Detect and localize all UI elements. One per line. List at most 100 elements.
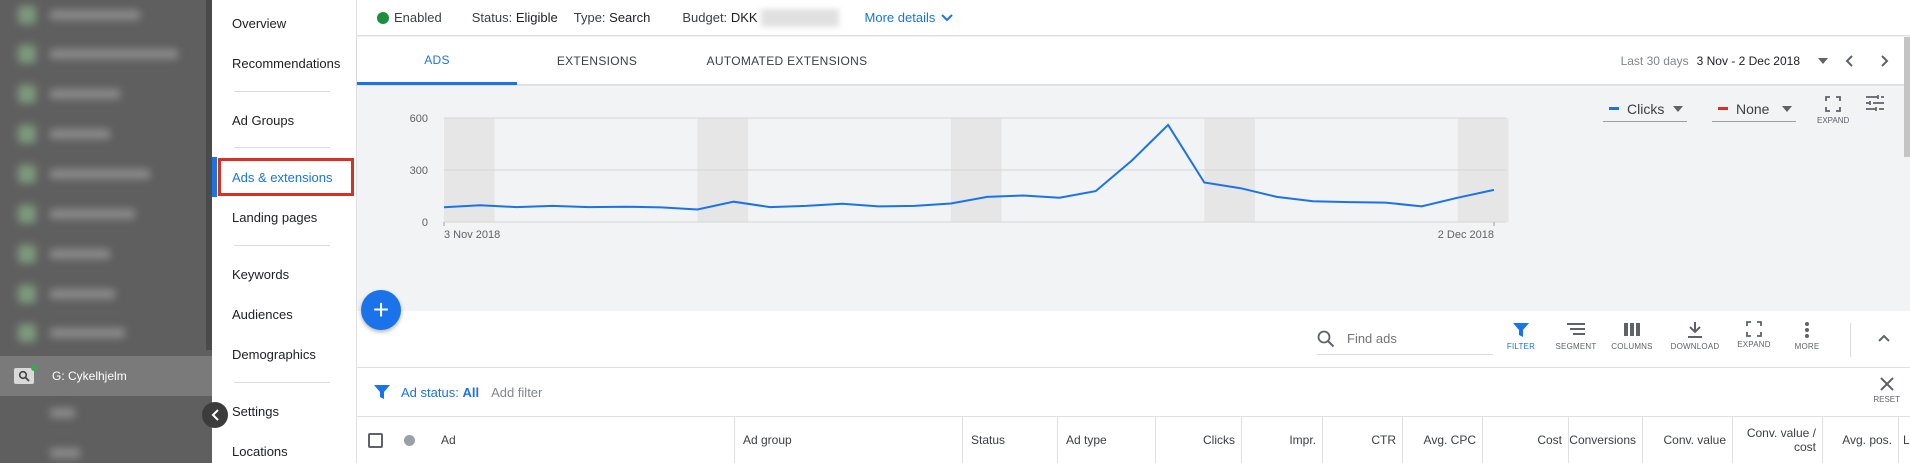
nav-divider (234, 147, 330, 148)
campaign-name: G: Cykelhjelm (52, 369, 127, 383)
add-ad-button[interactable]: + (361, 290, 401, 330)
status-info: Status: Eligible (472, 10, 558, 25)
date-range-value: 3 Nov - 2 Dec 2018 (1696, 54, 1800, 68)
collapse-sidebar-button[interactable] (202, 402, 228, 428)
nav-item-settings[interactable]: Settings (232, 404, 279, 419)
campaign-status-bar: Enabled Status: Eligible Type: Search Bu… (357, 0, 1910, 36)
tab-automated-extensions[interactable]: AUTOMATED EXTENSIONS (677, 37, 897, 85)
campaign-list-item[interactable] (18, 243, 178, 265)
columns-button[interactable]: COLUMNS (1607, 321, 1657, 351)
download-label: DOWNLOAD (1670, 342, 1720, 351)
columns-label: COLUMNS (1611, 342, 1653, 351)
type-label: Type: (573, 10, 606, 25)
more-button[interactable]: MORE (1782, 321, 1832, 351)
collapse-chart-button[interactable] (1877, 333, 1891, 343)
col-status[interactable]: Status (962, 417, 1057, 463)
table-expand-label: EXPAND (1737, 340, 1771, 349)
select-all-checkbox-cell (357, 417, 389, 463)
page-nav: Overview Recommendations Ad Groups Ads &… (212, 0, 357, 463)
tab-extensions[interactable]: EXTENSIONS (517, 37, 677, 85)
campaign-list-item[interactable] (18, 322, 178, 344)
nav-item-locations[interactable]: Locations (232, 444, 288, 459)
col-impr[interactable]: Impr. (1241, 417, 1322, 463)
close-icon (1879, 377, 1894, 391)
nav-item-landing-pages[interactable]: Landing pages (232, 210, 317, 225)
nav-item-recommendations[interactable]: Recommendations (232, 56, 340, 71)
next-period-button[interactable] (1880, 54, 1890, 68)
col-avg-pos[interactable]: Avg. pos. (1822, 417, 1898, 463)
col-ad[interactable]: Ad (429, 417, 734, 463)
ad-status-filter-chip[interactable]: Ad status: All (401, 385, 479, 400)
col-cost[interactable]: Cost (1482, 417, 1568, 463)
find-ads-search[interactable] (1317, 323, 1493, 355)
download-icon (1688, 322, 1702, 338)
col-conversions[interactable]: Conversions (1568, 417, 1642, 463)
campaign-list-item[interactable] (18, 283, 178, 305)
status-dot-column (389, 417, 429, 463)
search-campaign-icon (14, 365, 37, 384)
table-toolbar: + FILTER SEGMENT COLUMNS DOWNLOAD EXPAND… (357, 290, 1910, 368)
toolbar-divider (1850, 323, 1851, 357)
download-button[interactable]: DOWNLOAD (1670, 321, 1720, 351)
page-scrollbar[interactable] (1904, 37, 1910, 157)
previous-period-button[interactable] (1844, 54, 1854, 68)
adgroup-list-item[interactable] (50, 442, 210, 463)
status-label: Status: (471, 10, 513, 25)
col-conv-value-cost[interactable]: Conv. value / cost (1732, 417, 1822, 463)
adgroup-list-item[interactable] (50, 402, 210, 424)
nav-active-indicator (212, 157, 217, 197)
select-all-checkbox[interactable] (368, 432, 383, 448)
status-dot-icon (403, 434, 415, 446)
nav-item-ad-groups[interactable]: Ad Groups (232, 113, 294, 128)
reset-label: RESET (1873, 395, 1900, 404)
reset-filters-button[interactable]: RESET (1873, 376, 1900, 404)
campaign-list-item[interactable] (18, 203, 178, 225)
more-label: MORE (1794, 342, 1820, 351)
col-conv-value[interactable]: Conv. value (1642, 417, 1732, 463)
segment-button[interactable]: SEGMENT (1551, 321, 1601, 351)
date-range-picker[interactable]: Last 30 days 3 Nov - 2 Dec 2018 (1621, 37, 1890, 85)
campaign-list-item[interactable] (18, 83, 178, 105)
clicks-line-chart: 0 300 600 3 Nov 2018 2 Dec 2018 (410, 113, 1509, 241)
tab-ads[interactable]: ADS (357, 37, 517, 85)
nav-item-overview[interactable]: Overview (232, 16, 286, 31)
col-labels[interactable]: Lab (1898, 417, 1910, 463)
y-tick-label: 0 (422, 217, 428, 229)
more-details-link[interactable]: More details (865, 10, 954, 25)
table-header: Ad Ad group Status Ad type Clicks Impr. … (357, 417, 1910, 463)
ad-status-value: All (462, 384, 480, 400)
campaign-list-item[interactable] (18, 43, 178, 65)
main-content: Enabled Status: Eligible Type: Search Bu… (357, 0, 1910, 463)
expand-icon (1746, 321, 1762, 337)
campaign-selected-row[interactable]: G: Cykelhjelm (0, 356, 212, 396)
col-ad-type[interactable]: Ad type (1057, 417, 1155, 463)
status-value: Eligible (515, 10, 558, 25)
budget-amount-redacted (760, 8, 839, 27)
tabs-row: ADS EXTENSIONS AUTOMATED EXTENSIONS Last… (357, 37, 1910, 85)
add-filter-link[interactable]: Add filter (491, 385, 542, 400)
more-details-label: More details (864, 10, 936, 25)
filter-icon (374, 385, 390, 399)
nav-item-demographics[interactable]: Demographics (232, 347, 316, 362)
nav-item-ads-extensions[interactable]: Ads & extensions (232, 170, 332, 185)
nav-item-audiences[interactable]: Audiences (232, 307, 293, 322)
col-clicks[interactable]: Clicks (1155, 417, 1241, 463)
col-avg-cpc[interactable]: Avg. CPC (1402, 417, 1482, 463)
filter-button[interactable]: FILTER (1496, 321, 1546, 351)
campaign-list-item[interactable] (18, 4, 178, 26)
budget-info: Budget: DKK (682, 8, 839, 27)
col-ctr[interactable]: CTR (1322, 417, 1402, 463)
filter-icon (1513, 323, 1529, 337)
campaign-list-item[interactable] (18, 163, 178, 185)
type-info: Type: Search (574, 10, 651, 25)
campaign-list-item[interactable] (18, 123, 178, 145)
segment-icon (1567, 323, 1585, 335)
col-ad-group[interactable]: Ad group (734, 417, 962, 463)
find-ads-input[interactable] (1347, 331, 1477, 346)
enabled-status[interactable]: Enabled (377, 10, 442, 25)
table-expand-button[interactable]: EXPAND (1729, 321, 1779, 349)
filter-label: FILTER (1506, 342, 1536, 351)
dropdown-caret-icon (1818, 58, 1828, 64)
y-tick-label: 300 (410, 165, 428, 177)
nav-item-keywords[interactable]: Keywords (232, 267, 289, 282)
